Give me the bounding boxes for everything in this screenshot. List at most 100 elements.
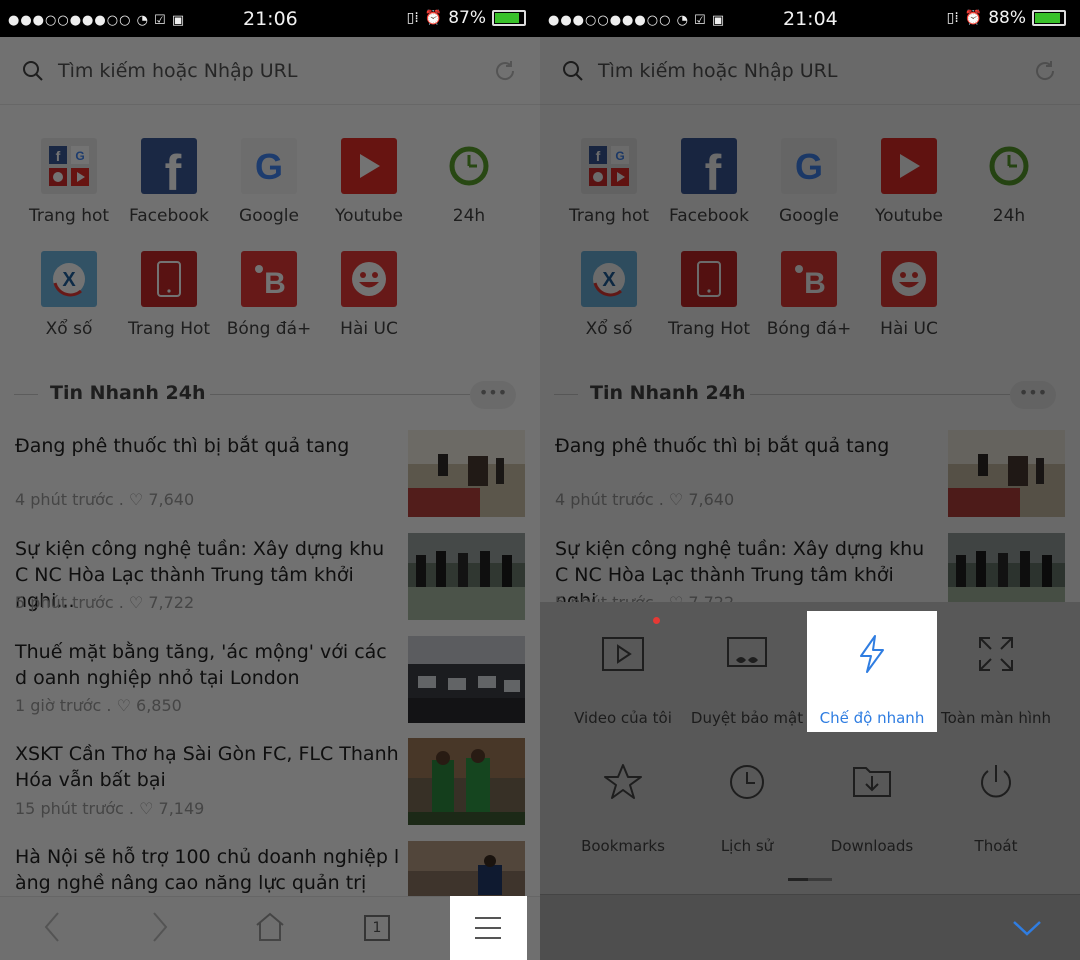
svg-text:B: B xyxy=(264,267,286,300)
clock-24h-icon xyxy=(981,138,1037,194)
quick-link-google[interactable]: G Google xyxy=(759,138,859,226)
svg-text:f: f xyxy=(596,148,601,164)
news-meta: 4 phút trước . ♡ 7,640 xyxy=(15,490,195,509)
google-icon: G xyxy=(781,138,837,194)
lottery-icon: X xyxy=(581,251,637,307)
news-title: Hà Nội sẽ hỗ trợ 100 chủ doanh nghiệp l … xyxy=(15,846,400,894)
svg-text:f: f xyxy=(56,148,61,164)
news-title: Thuế mặt bằng tăng, 'ác mộng' với các d … xyxy=(15,641,387,689)
menu-button[interactable] xyxy=(450,896,527,960)
football-icon: B xyxy=(781,251,837,307)
reload-icon[interactable] xyxy=(492,58,518,84)
alarm-icon: ⏰ xyxy=(964,10,983,26)
phone-icon xyxy=(681,251,737,307)
menu-item-private-browsing[interactable]: Duyệt bảo mật xyxy=(682,629,812,727)
section-title: Tin Nhanh 24h xyxy=(590,382,746,404)
facebook-icon: f xyxy=(141,138,197,194)
youtube-icon xyxy=(341,138,397,194)
quick-link-24h[interactable]: 24h xyxy=(959,138,1059,226)
history-icon xyxy=(730,765,764,799)
menu-item-downloads[interactable]: Downloads xyxy=(807,757,937,855)
battery-icon xyxy=(492,10,526,26)
svg-text:G: G xyxy=(795,146,823,186)
battery-percent: 88% xyxy=(988,8,1026,28)
youtube-icon xyxy=(881,138,937,194)
quick-link-bong-da[interactable]: B Bóng đá+ xyxy=(759,251,859,339)
quick-link-24h[interactable]: 24h xyxy=(419,138,519,226)
svg-text:f: f xyxy=(705,145,722,194)
quick-link-youtube[interactable]: Youtube xyxy=(859,138,959,226)
vibrate-icon: ▯⁞ xyxy=(406,10,419,26)
quick-link-hai-uc[interactable]: Hài UC xyxy=(319,251,419,339)
back-icon[interactable] xyxy=(42,911,62,943)
signal-icon: ●●●○○●●●○○ ◔ ☑ ▣ xyxy=(8,13,186,28)
left-screen: ●●●○○●●●○○ ◔ ☑ ▣ 21:06 ▯⁞ ⏰ 87% Tìm kiếm… xyxy=(0,0,540,960)
page-indicator xyxy=(788,878,832,881)
main-menu-panel: Video của tôi Duyệt bảo mật Chế độ nhanh… xyxy=(540,602,1080,960)
menu-item-history[interactable]: Lịch sử xyxy=(682,757,812,855)
quick-link-trang-hot-2[interactable]: Trang Hot xyxy=(119,251,219,339)
svg-text:X: X xyxy=(62,269,76,291)
search-bar[interactable]: Tìm kiếm hoặc Nhập URL xyxy=(0,37,540,105)
video-icon xyxy=(602,637,644,671)
grid-apps-icon: fG xyxy=(41,138,97,194)
menu-item-exit[interactable]: Thoát xyxy=(931,757,1061,855)
quick-link-trang-hot[interactable]: fG Trang hot xyxy=(19,138,119,226)
vibrate-icon: ▯⁞ xyxy=(946,10,959,26)
svg-text:G: G xyxy=(255,146,283,186)
battery-percent: 87% xyxy=(448,8,486,28)
menu-item-video[interactable]: Video của tôi xyxy=(558,617,688,727)
lightning-icon xyxy=(860,635,884,673)
phone-icon xyxy=(141,251,197,307)
downloads-icon xyxy=(853,767,891,797)
more-button[interactable]: ••• xyxy=(470,381,516,409)
section-divider xyxy=(750,394,1012,395)
incognito-icon xyxy=(727,637,767,667)
star-icon xyxy=(604,764,642,799)
quick-link-google[interactable]: G Google xyxy=(219,138,319,226)
reload-icon[interactable] xyxy=(1032,58,1058,84)
tabs-button[interactable]: 1 xyxy=(364,915,390,941)
news-thumbnail xyxy=(948,430,1065,517)
quick-link-xo-so[interactable]: X Xổ số xyxy=(19,251,119,339)
section-divider xyxy=(210,394,472,395)
menu-item-fast-mode[interactable]: Chế độ nhanh xyxy=(807,629,937,727)
svg-text:B: B xyxy=(804,267,826,300)
forward-icon[interactable] xyxy=(150,911,170,943)
quick-link-facebook[interactable]: f Facebook xyxy=(119,138,219,226)
battery-icon xyxy=(1032,10,1066,26)
quick-link-bong-da[interactable]: B Bóng đá+ xyxy=(219,251,319,339)
menu-footer xyxy=(540,894,1080,960)
status-time: 21:06 xyxy=(243,8,298,30)
svg-text:f: f xyxy=(165,145,182,194)
search-input[interactable]: Tìm kiếm hoặc Nhập URL xyxy=(58,60,297,82)
search-input[interactable]: Tìm kiếm hoặc Nhập URL xyxy=(598,60,837,82)
news-title: Đang phê thuốc thì bị bắt quả tang xyxy=(555,435,890,457)
quick-link-facebook[interactable]: f Facebook xyxy=(659,138,759,226)
quick-link-youtube[interactable]: Youtube xyxy=(319,138,419,226)
news-meta: 4 phút trước . ♡ 7,640 xyxy=(555,490,735,509)
facebook-icon: f xyxy=(681,138,737,194)
collapse-chevron-icon[interactable] xyxy=(1012,919,1042,937)
smiley-icon xyxy=(881,251,937,307)
menu-item-bookmarks[interactable]: Bookmarks xyxy=(558,757,688,855)
quick-link-xo-so[interactable]: X Xổ số xyxy=(559,251,659,339)
fullscreen-icon xyxy=(979,637,1013,671)
section-divider xyxy=(14,394,38,395)
hamburger-menu-icon xyxy=(475,917,501,939)
news-thumbnail xyxy=(408,636,525,723)
right-screen: ●●●○○●●●○○ ◔ ☑ ▣ 21:04 ▯⁞ ⏰ 88% Tìm kiếm… xyxy=(540,0,1080,960)
home-icon[interactable] xyxy=(255,911,285,943)
news-thumbnail xyxy=(408,430,525,517)
news-thumbnail xyxy=(408,533,525,620)
menu-item-fullscreen[interactable]: Toàn màn hình xyxy=(931,629,1061,727)
search-bar[interactable]: Tìm kiếm hoặc Nhập URL xyxy=(540,37,1080,105)
status-bar: ●●●○○●●●○○ ◔ ☑ ▣ 21:04 ▯⁞ ⏰ 88% xyxy=(540,0,1080,37)
more-button[interactable]: ••• xyxy=(1010,381,1056,409)
quick-link-trang-hot[interactable]: fG Trang hot xyxy=(559,138,659,226)
status-bar: ●●●○○●●●○○ ◔ ☑ ▣ 21:06 ▯⁞ ⏰ 87% xyxy=(0,0,540,37)
alarm-icon: ⏰ xyxy=(424,10,443,26)
quick-link-hai-uc[interactable]: Hài UC xyxy=(859,251,959,339)
section-divider xyxy=(554,394,578,395)
quick-link-trang-hot-2[interactable]: Trang Hot xyxy=(659,251,759,339)
